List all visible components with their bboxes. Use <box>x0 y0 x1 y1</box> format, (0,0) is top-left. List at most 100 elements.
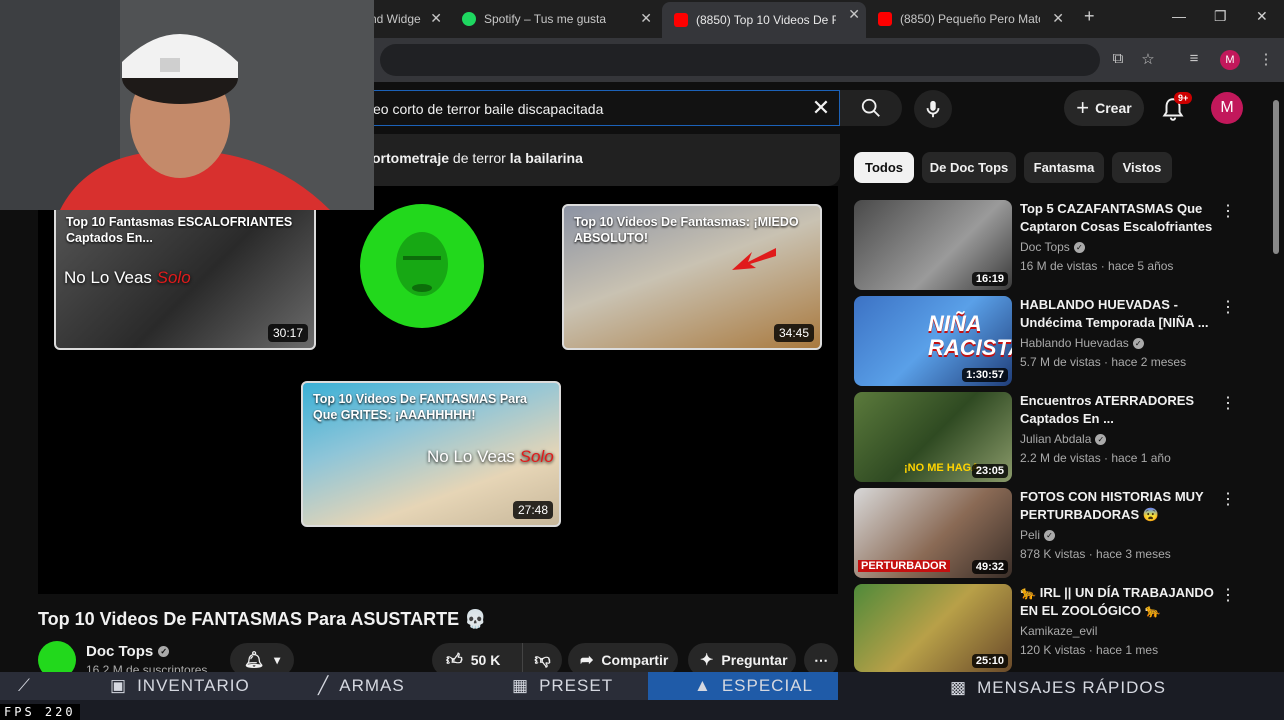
channel-name[interactable]: Julian Abdala ✓ <box>1020 432 1107 446</box>
webcam-overlay <box>0 0 374 210</box>
video-title[interactable]: FOTOS CON HISTORIAS MUY PERTURBADORAS 😨 <box>1020 488 1216 524</box>
video-meta: 5.7 M de vistas · hace 2 meses <box>1020 355 1187 369</box>
card-overlay-text: No Lo Veas Solo <box>427 447 554 466</box>
video-duration: 16:19 <box>971 272 1008 286</box>
video-title: Top 10 Videos De FANTASMAS Para ASUSTART… <box>38 609 487 629</box>
video-menu-icon[interactable]: ⋮ <box>1220 490 1236 510</box>
browser-menu-icon[interactable]: ⋮ <box>1256 50 1276 70</box>
related-video[interactable]: PERTURBADOR 49:32 FOTOS CON HISTORIAS MU… <box>854 488 1254 580</box>
clear-search-icon[interactable]: ✕ <box>809 96 833 120</box>
video-menu-icon[interactable]: ⋮ <box>1220 586 1236 606</box>
thumbnail-text: NIÑA RACISTA <box>928 311 1012 361</box>
share-icon: ➦ <box>580 652 594 669</box>
channel-name[interactable]: Hablando Huevadas ✓ <box>1020 336 1144 350</box>
video-meta: 2.2 M de vistas · hace 1 año <box>1020 451 1171 465</box>
card-title: Top 10 Videos De Fantasmas: ¡MIEDO ABSOL… <box>574 215 799 246</box>
video-thumbnail[interactable]: 25:10 <box>854 584 1012 672</box>
tab-spotify[interactable]: Spotify – Tus me gusta ✕ <box>462 6 658 32</box>
video-title[interactable]: Encuentros ATERRADORES Captados En ... <box>1020 392 1216 428</box>
video-meta: 878 K vistas · hace 3 meses <box>1020 547 1171 561</box>
search-input[interactable]: eo corto de terror baile discapacitada ✕ <box>300 90 840 126</box>
channel-logo-face-icon <box>396 232 448 296</box>
end-screen-card[interactable]: Top 10 Videos De Fantasmas: ¡MIEDO ABSOL… <box>562 204 822 350</box>
tab-title: (8850) Top 10 Videos De FAN <box>696 13 836 27</box>
chip-de-doc-tops[interactable]: De Doc Tops <box>922 152 1016 183</box>
end-screen-card[interactable]: Top 10 Videos De FANTASMAS Para Que GRIT… <box>301 381 561 527</box>
video-title[interactable]: 🐆 IRL || UN DÍA TRABAJANDO EN EL ZOOLÓGI… <box>1020 584 1216 620</box>
restore-icon[interactable]: ❐ <box>1214 8 1227 25</box>
game-menu-armas: ╱ ARMAS <box>318 676 405 695</box>
red-arrow-icon <box>732 248 776 270</box>
close-tab-icon[interactable]: ✕ <box>430 10 442 27</box>
video-player[interactable]: Top 10 Fantasmas ESCALOFRIANTES Captados… <box>38 186 838 594</box>
verified-icon: ✓ <box>1132 337 1144 349</box>
scrollbar-thumb[interactable] <box>1273 100 1279 254</box>
plus-icon: + <box>1076 95 1090 120</box>
create-label: Crear <box>1095 100 1132 116</box>
like-count: 50 K <box>470 652 501 668</box>
browser-profile-avatar[interactable]: M <box>1220 50 1240 70</box>
close-tab-icon[interactable]: ✕ <box>1052 10 1064 27</box>
channel-name[interactable]: Kamikaze_evil <box>1020 624 1097 638</box>
channel-name[interactable]: Doc Tops ✓ <box>86 643 170 660</box>
video-title[interactable]: HABLANDO HUEVADAS - Undécima Temporada [… <box>1020 296 1216 332</box>
tab-youtube[interactable]: (8850) Pequeño Pero Matón ✕ <box>878 6 1070 32</box>
card-title: Top 10 Videos De FANTASMAS Para Que GRIT… <box>313 392 527 423</box>
video-thumbnail[interactable]: ¡NO ME HAGA 23:05 <box>854 392 1012 482</box>
chip-vistos[interactable]: Vistos <box>1112 152 1172 183</box>
tab-youtube-active[interactable]: (8850) Top 10 Videos De FAN ✕ <box>662 2 866 38</box>
minimize-icon[interactable]: — <box>1172 8 1186 24</box>
end-screen-card[interactable]: Top 10 Fantasmas ESCALOFRIANTES Captados… <box>54 204 316 350</box>
microphone-icon <box>926 100 940 118</box>
close-window-icon[interactable]: ✕ <box>1256 8 1268 25</box>
game-menu-especial: ▲ ESPECIAL <box>694 676 813 695</box>
related-video[interactable]: NIÑA RACISTA 1:30:57 HABLANDO HUEVADAS -… <box>854 296 1254 388</box>
card-duration: 30:17 <box>267 324 308 342</box>
new-tab-button[interactable]: + <box>1084 6 1095 27</box>
thumbs-down-icon: 👎︎ <box>534 651 551 669</box>
media-controls-icon[interactable]: ≡ <box>1184 50 1204 70</box>
video-duration: 25:10 <box>971 654 1008 668</box>
fps-counter: FPS 220 <box>0 704 80 720</box>
address-bar[interactable] <box>380 44 1100 76</box>
video-meta: 120 K vistas · hace 1 mes <box>1020 643 1159 657</box>
create-button[interactable]: + Crear <box>1064 90 1144 126</box>
video-menu-icon[interactable]: ⋮ <box>1220 202 1236 222</box>
video-meta: 16 M de vistas · hace 5 años <box>1020 259 1174 273</box>
tab-title: Spotify – Tus me gusta <box>484 12 607 26</box>
tab-widget[interactable]: nd Widge ✕ <box>370 6 448 32</box>
card-duration: 34:45 <box>773 324 814 342</box>
install-app-icon[interactable]: ⧉ <box>1108 50 1128 70</box>
search-suggestion[interactable]: ortometraje de terror la bailarina <box>300 134 840 186</box>
video-thumbnail[interactable]: PERTURBADOR 49:32 <box>854 488 1012 578</box>
channel-name[interactable]: Peli ✓ <box>1020 528 1056 542</box>
related-video[interactable]: 25:10 🐆 IRL || UN DÍA TRABAJANDO EN EL Z… <box>854 584 1254 672</box>
voice-search-button[interactable] <box>914 90 952 128</box>
preset-icon: ▦ <box>512 676 530 695</box>
chip-todos[interactable]: Todos <box>854 152 914 183</box>
search-button[interactable] <box>840 90 902 126</box>
channel-name[interactable]: Doc Tops ✓ <box>1020 240 1085 254</box>
thumbnail-text: ¡NO ME HAGA <box>904 462 980 474</box>
video-menu-icon[interactable]: ⋮ <box>1220 394 1236 414</box>
video-thumbnail[interactable]: 16:19 <box>854 200 1012 290</box>
page-scrollbar[interactable] <box>1272 86 1280 672</box>
youtube-icon <box>878 12 892 26</box>
search-query: eo corto de terror baile discapacitada <box>373 101 604 117</box>
account-avatar[interactable]: M <box>1211 92 1243 124</box>
video-title[interactable]: Top 5 CAZAFANTASMAS Que Captaron Cosas E… <box>1020 200 1216 236</box>
close-tab-icon[interactable]: ✕ <box>640 10 652 27</box>
bookmark-star-icon[interactable]: ☆ <box>1138 50 1158 70</box>
more-icon: ⋯ <box>814 651 828 668</box>
close-tab-icon[interactable]: ✕ <box>848 6 860 23</box>
subscribe-channel-element[interactable] <box>360 204 484 328</box>
game-quick-messages: ▩ MENSAJES RÁPIDOS <box>950 678 1166 697</box>
sparkle-icon: ✦ <box>700 652 714 669</box>
related-video[interactable]: 16:19 Top 5 CAZAFANTASMAS Que Captaron C… <box>854 200 1254 292</box>
related-video[interactable]: ¡NO ME HAGA 23:05 Encuentros ATERRADORES… <box>854 392 1254 484</box>
suggestion-text: ortometraje de terror la bailarina <box>372 150 583 166</box>
video-menu-icon[interactable]: ⋮ <box>1220 298 1236 318</box>
chip-fantasma[interactable]: Fantasma <box>1024 152 1104 183</box>
video-thumbnail[interactable]: NIÑA RACISTA 1:30:57 <box>854 296 1012 386</box>
verified-icon: ✓ <box>158 646 170 657</box>
